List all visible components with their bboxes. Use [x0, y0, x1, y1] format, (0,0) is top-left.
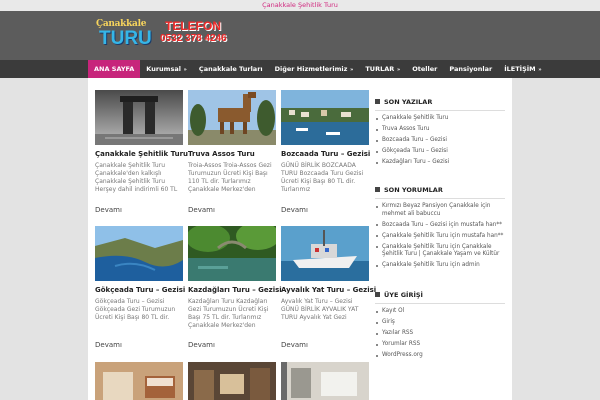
- nav-item-diger-hizmetlerimiz[interactable]: Diğer Hizmetlerimiz »: [269, 60, 360, 78]
- square-bullet-icon: [375, 187, 380, 192]
- post-thumbnail-forest-river[interactable]: [188, 226, 276, 281]
- post-thumbnail-yacht[interactable]: [281, 226, 369, 281]
- sidebar-link[interactable]: Çanakkale Şehitlik Turu için mustafa han…: [375, 233, 505, 241]
- widget-title-text: SON YORUMLAR: [384, 186, 443, 194]
- post-card: [95, 362, 183, 400]
- square-bullet-icon: [375, 292, 380, 297]
- sidebar-link[interactable]: Çanakkale Şehitlik Turu için admin: [375, 262, 505, 270]
- nav-label: Kurumsal: [146, 65, 181, 73]
- sidebar-link[interactable]: Kazdağları Turu – Gezisi: [375, 159, 505, 167]
- main-nav: ANA SAYFA Kurumsal » Çanakkale Turları D…: [0, 60, 600, 78]
- chevron-down-icon: »: [181, 67, 187, 73]
- read-more-link[interactable]: Devamı: [281, 341, 369, 349]
- nav-item-kurumsal[interactable]: Kurumsal »: [140, 60, 193, 78]
- widget-title-text: SON YAZILAR: [384, 98, 433, 106]
- post-excerpt: Kazdağları Turu Kazdağları Gezi Turumuzu…: [188, 298, 269, 329]
- site-logo[interactable]: Çanakkale TURU: [96, 19, 154, 52]
- widget-recent-comments: SON YORUMLAR Kırmızı Beyaz Pansiyon Çana…: [375, 185, 505, 273]
- post-title[interactable]: Bozcaada Turu – Gezisi: [281, 150, 370, 159]
- post-card: Truva Assos Turu Troia-Assos Troia-Assos…: [188, 90, 276, 194]
- post-thumbnail-coastline[interactable]: [95, 226, 183, 281]
- read-more-link[interactable]: Devamı: [188, 341, 276, 349]
- nav-item-iletisim[interactable]: İLETİŞİM »: [498, 60, 547, 78]
- post-excerpt: Ayvalık Yat Turu – Gezisi GÜNÜ BİRLİK AY…: [281, 298, 359, 321]
- post-card: Bozcaada Turu – Gezisi GÜNÜ BİRLİK BOZCA…: [281, 90, 370, 194]
- post-card: [188, 362, 276, 400]
- post-excerpt: Gökçeada Turu – Gezisi Gökçeada Gezi Tur…: [95, 298, 176, 321]
- post-card: Çanakkale Şehitlik Turu Çanakkale Şehitl…: [95, 90, 188, 194]
- widget-meta: ÜYE GİRİŞİ Kayıt Ol Giriş Yazılar RSS Yo…: [375, 290, 505, 363]
- sidebar-link[interactable]: Yazılar RSS: [375, 330, 505, 338]
- post-thumbnail-hotel-lobby[interactable]: [188, 362, 276, 400]
- post-thumbnail-hotel-room[interactable]: [95, 362, 183, 400]
- nav-item-pansiyonlar[interactable]: Pansiyonlar: [443, 60, 498, 78]
- nav-item-oteller[interactable]: Oteller: [406, 60, 443, 78]
- sidebar-link[interactable]: Kayıt Ol: [375, 308, 505, 316]
- read-more-link[interactable]: Devamı: [188, 206, 276, 214]
- post-card: Kazdağları Turu – Gezisi Kazdağları Turu…: [188, 226, 282, 330]
- post-thumbnail-hotel-bathroom[interactable]: [281, 362, 369, 400]
- post-card: Gökçeada Turu – Gezisi Gökçeada Turu – G…: [95, 226, 185, 322]
- nav-label: İLETİŞİM: [504, 65, 536, 73]
- top-bar: Çanakkale Şehitlik Turu: [0, 0, 600, 11]
- nav-label: Oteller: [412, 65, 438, 73]
- widget-title: ÜYE GİRİŞİ: [375, 290, 505, 304]
- post-excerpt: Çanakkale Şehitlik Turu Çanakkale'den ka…: [95, 162, 178, 193]
- widget-title: SON YORUMLAR: [375, 185, 505, 199]
- nav-label: ANA SAYFA: [94, 65, 135, 73]
- chevron-down-icon: »: [348, 67, 354, 73]
- read-more-link[interactable]: Devamı: [281, 206, 369, 214]
- widget-title: SON YAZILAR: [375, 97, 505, 111]
- site-header: Çanakkale TURU TELEFON 0532 378 4246: [0, 11, 600, 60]
- top-bar-link[interactable]: Çanakkale Şehitlik Turu: [262, 1, 338, 9]
- phone-label: TELEFON: [165, 19, 221, 33]
- sidebar-link[interactable]: Çanakkale Şehitlik Turu için Çanakkale Ş…: [375, 244, 505, 259]
- sidebar-link[interactable]: Çanakkale Şehitlik Turu: [375, 115, 505, 123]
- post-thumbnail-island-harbour[interactable]: [281, 90, 369, 145]
- read-more-link[interactable]: Devamı: [95, 341, 183, 349]
- chevron-down-icon: »: [536, 67, 542, 73]
- post-card: Ayvalık Yat Turu – Gezisi Ayvalık Yat Tu…: [281, 226, 376, 322]
- widget-title-text: ÜYE GİRİŞİ: [384, 291, 423, 299]
- post-title[interactable]: Kazdağları Turu – Gezisi: [188, 286, 282, 295]
- post-thumbnail-trojan-horse[interactable]: [188, 90, 276, 145]
- square-bullet-icon: [375, 99, 380, 104]
- sidebar-link[interactable]: Bozcaada Turu – Gezisi: [375, 137, 505, 145]
- nav-label: Çanakkale Turları: [198, 65, 263, 73]
- post-excerpt: Troia-Assos Troia-Assos Gezi Turumuzun Ü…: [188, 162, 272, 193]
- nav-label: Pansiyonlar: [449, 65, 493, 73]
- sidebar-link[interactable]: WordPress.org: [375, 352, 505, 360]
- nav-label: TURLAR: [365, 65, 395, 73]
- post-thumbnail-martyrs-memorial[interactable]: [95, 90, 183, 145]
- sidebar-link[interactable]: Giriş: [375, 319, 505, 327]
- post-card: [281, 362, 369, 400]
- phone-banner: TELEFON 0532 378 4246: [160, 20, 240, 56]
- post-title[interactable]: Gökçeada Turu – Gezisi: [95, 286, 185, 295]
- widget-recent-posts: SON YAZILAR Çanakkale Şehitlik Turu Truv…: [375, 97, 505, 170]
- sidebar-link[interactable]: Truva Assos Turu: [375, 126, 505, 134]
- sidebar-link[interactable]: Yorumlar RSS: [375, 341, 505, 349]
- post-title[interactable]: Ayvalık Yat Turu – Gezisi: [281, 286, 376, 295]
- post-title[interactable]: Truva Assos Turu: [188, 150, 276, 159]
- sidebar-link[interactable]: Bozcaada Turu – Gezisi için mustafa han*…: [375, 222, 505, 230]
- nav-item-turlar[interactable]: TURLAR »: [359, 60, 406, 78]
- post-excerpt: GÜNÜ BİRLİK BOZCAADA TURU Bozcaada Turu …: [281, 162, 364, 193]
- sidebar-link[interactable]: Kırmızı Beyaz Pansiyon Çanakkale için me…: [375, 203, 505, 218]
- post-title[interactable]: Çanakkale Şehitlik Turu: [95, 150, 188, 159]
- logo-line-2: TURU: [99, 28, 152, 49]
- phone-number: 0532 378 4246: [160, 33, 227, 44]
- nav-label: Diğer Hizmetlerimiz: [274, 65, 348, 73]
- chevron-down-icon: »: [395, 67, 401, 73]
- sidebar-link[interactable]: Gökçeada Turu – Gezisi: [375, 148, 505, 156]
- nav-item-canakkale-turlari[interactable]: Çanakkale Turları: [193, 60, 269, 78]
- nav-item-ana-sayfa[interactable]: ANA SAYFA: [88, 60, 141, 78]
- read-more-link[interactable]: Devamı: [95, 206, 183, 214]
